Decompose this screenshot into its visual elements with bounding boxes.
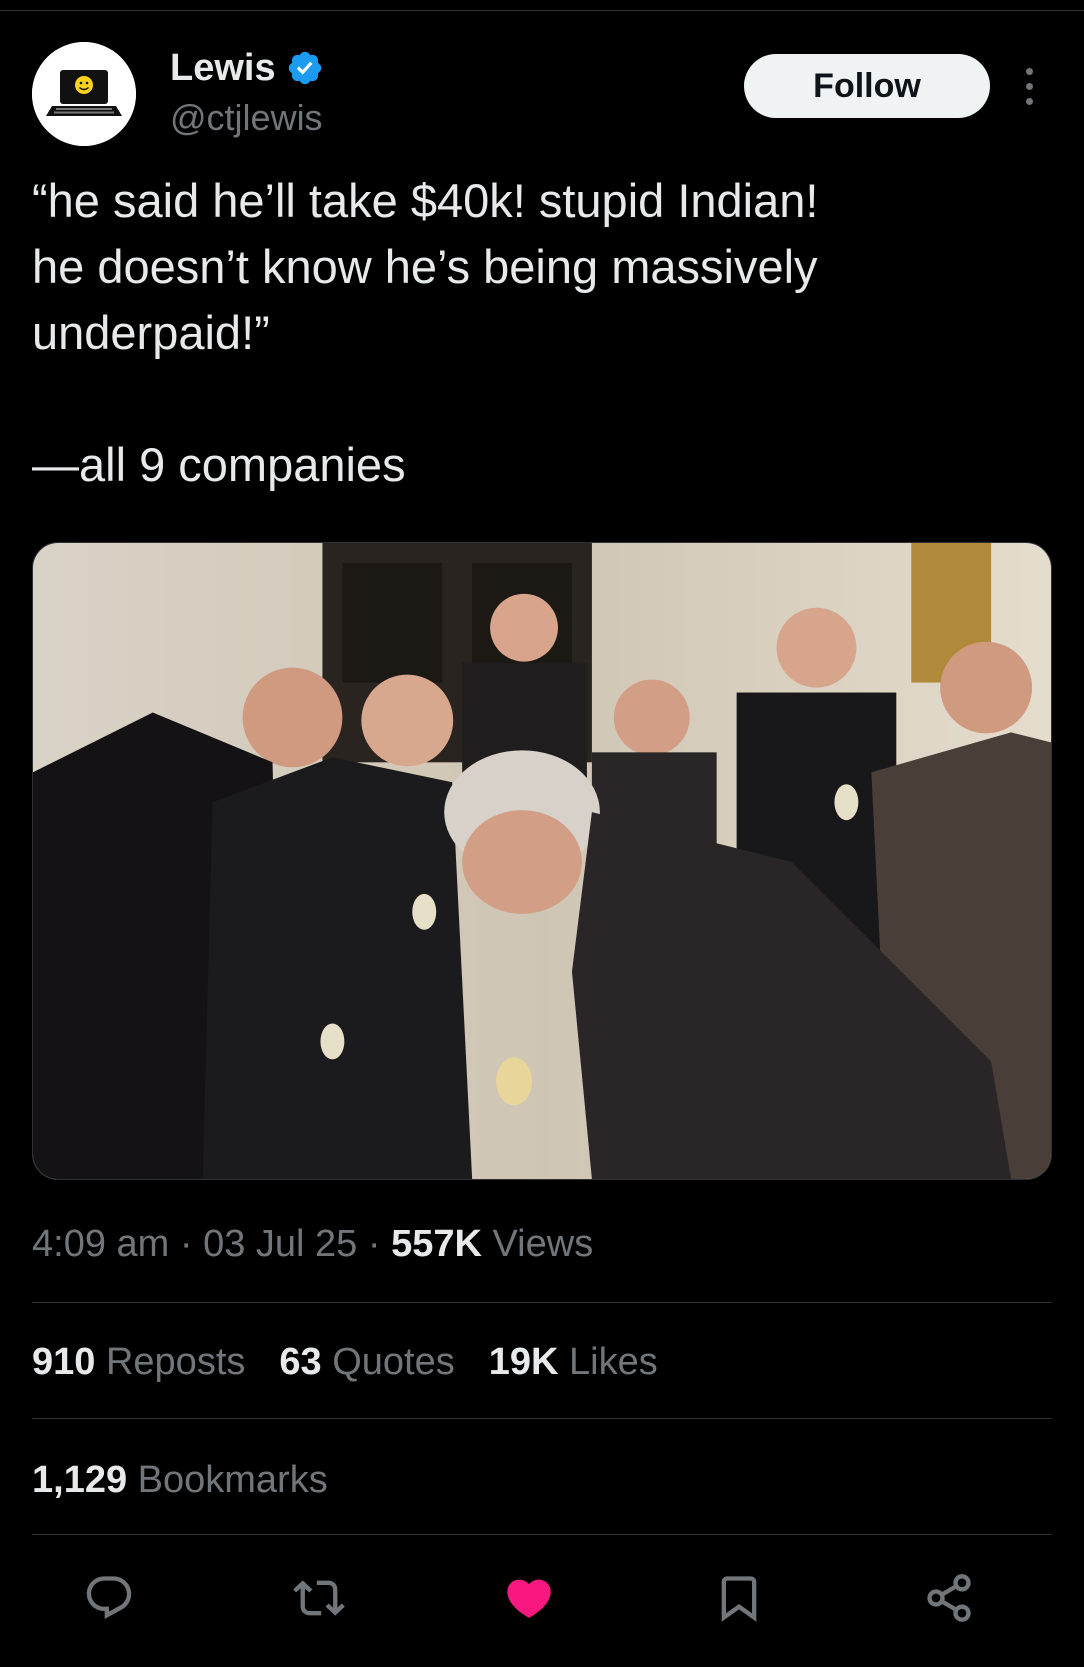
bookmarks-label: Bookmarks [137,1459,328,1501]
action-bar [62,1566,1022,1630]
share-icon [927,1574,971,1622]
verified-badge-icon [288,51,321,85]
bookmark-icon [721,1576,757,1622]
author-name-row[interactable]: Lewis [170,44,324,92]
reposts-stat[interactable]: 910 Reposts [32,1336,245,1388]
views-label: Views [492,1223,594,1265]
avatar[interactable] [32,42,136,146]
bookmarks-count: 1,129 [32,1459,128,1501]
bookmark-button[interactable] [707,1566,771,1630]
tweet-date[interactable]: 03 Jul 25 [203,1223,357,1265]
views-count: 557K [391,1223,482,1265]
author-handle[interactable]: @ctjlewis [170,96,323,140]
top-divider [0,10,1084,11]
more-options-icon[interactable] [1014,62,1044,110]
share-button[interactable] [917,1566,981,1630]
tweet-photo[interactable] [32,542,1052,1180]
repost-icon [293,1580,345,1616]
reposts-count: 910 [32,1341,96,1383]
tweet-text: “he said he’ll take $40k! stupid Indian!… [32,174,819,491]
photo-image [33,543,1051,1179]
likes-stat[interactable]: 19K Likes [489,1336,658,1388]
likes-count: 19K [488,1341,559,1383]
divider [32,1302,1052,1303]
tweet-meta: 4:09 am · 03 Jul 25 · 557K Views [32,1218,593,1270]
likes-label: Likes [569,1341,658,1383]
meta-separator: · [367,1223,381,1265]
bookmarks-stat[interactable]: 1,129 Bookmarks [32,1454,328,1506]
like-icon [507,1579,551,1618]
quotes-count: 63 [279,1341,322,1383]
reply-icon [86,1576,132,1620]
divider [32,1418,1052,1419]
laptop-avatar-icon [32,42,136,146]
reposts-label: Reposts [105,1341,246,1383]
quotes-label: Quotes [332,1341,455,1383]
divider [32,1534,1052,1535]
meta-separator: · [179,1223,193,1265]
repost-button[interactable] [287,1566,351,1630]
quotes-stat[interactable]: 63 Quotes [279,1336,454,1388]
follow-button[interactable]: Follow [744,54,990,118]
tweet-time[interactable]: 4:09 am [32,1223,169,1265]
author-display-name[interactable]: Lewis [170,44,276,92]
engagement-stats: 910 Reposts 63 Quotes 19K Likes [32,1336,658,1388]
like-button[interactable] [497,1566,561,1630]
reply-button[interactable] [77,1566,141,1630]
